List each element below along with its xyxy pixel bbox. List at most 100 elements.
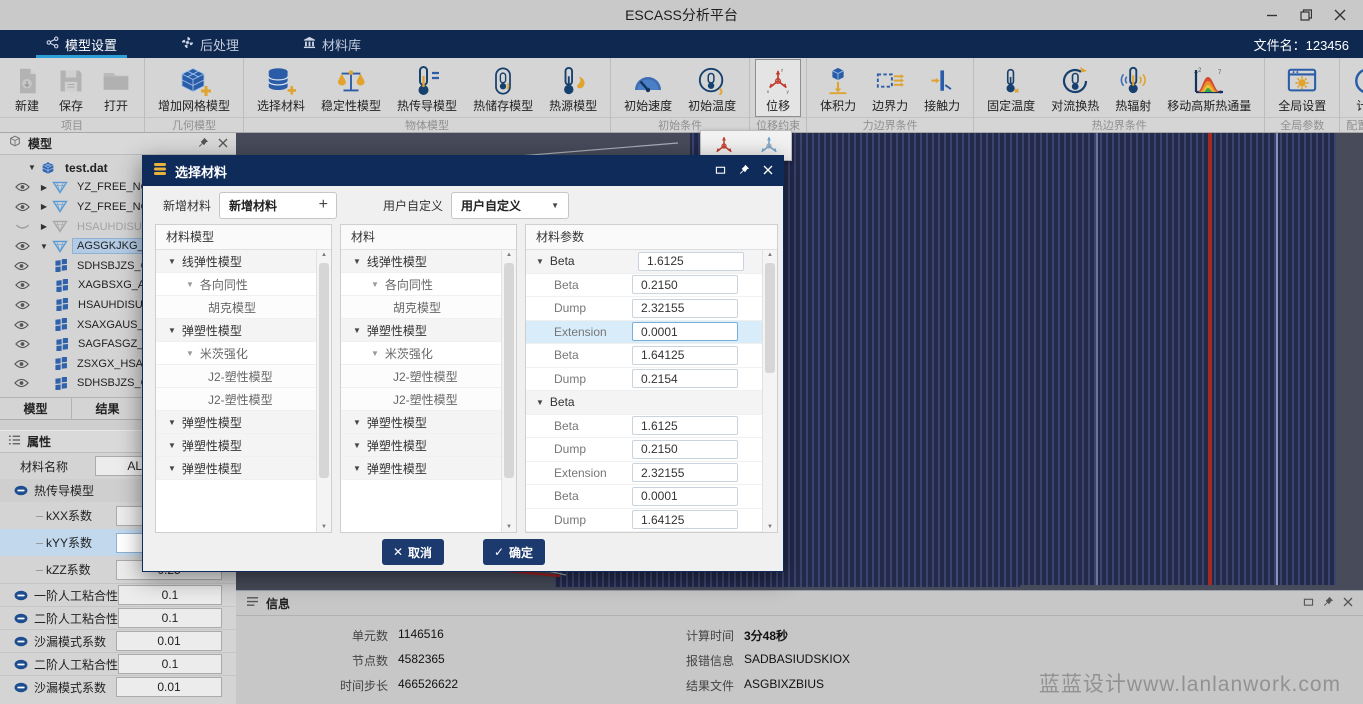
param-value-input[interactable] — [632, 346, 738, 365]
property-value[interactable]: 0.1 — [118, 654, 222, 674]
material-tree-item[interactable]: 胡克模型 — [341, 296, 501, 319]
chevron-right-icon[interactable]: ▶ — [38, 222, 50, 231]
property-value[interactable]: 0.1 — [118, 585, 222, 605]
restore-icon[interactable] — [715, 162, 726, 180]
pin-icon[interactable] — [198, 135, 209, 153]
restore-icon[interactable] — [1303, 594, 1314, 612]
param-value-input[interactable] — [632, 275, 738, 294]
material-tree-item[interactable]: J2-塑性模型 — [156, 365, 316, 388]
property-value[interactable]: 0.01 — [116, 677, 222, 697]
material-tree-item[interactable]: J2-塑性模型 — [156, 388, 316, 411]
param-value-input[interactable] — [632, 416, 738, 435]
ribbon-button-open-folder[interactable]: 打开 — [93, 59, 139, 117]
ribbon-button-init-temp[interactable]: 初始温度 — [680, 59, 744, 117]
material-tree-item[interactable]: ▼弹塑性模型 — [156, 319, 316, 342]
param-row[interactable]: Beta — [526, 274, 762, 298]
material-tree-item[interactable]: ▼弹塑性模型 — [156, 434, 316, 457]
ribbon-button-boundary-force[interactable]: 边界力 — [864, 59, 916, 117]
eye-icon[interactable] — [14, 339, 30, 349]
chevron-down-icon[interactable]: ▼ — [26, 163, 38, 172]
pin-icon[interactable] — [1323, 594, 1334, 612]
collapse-icon[interactable] — [14, 636, 28, 647]
scrollbar[interactable]: ▲▼ — [501, 250, 516, 532]
property-row[interactable]: 一阶人工粘合性0.1 — [0, 583, 236, 606]
ribbon-button-radiation[interactable]: 热辐射 — [1107, 59, 1159, 117]
chevron-down-icon[interactable]: ▼ — [38, 242, 50, 251]
property-value[interactable]: 0.1 — [118, 608, 222, 628]
tab-model[interactable]: 模型 — [0, 398, 72, 419]
restore-icon[interactable] — [1289, 0, 1323, 30]
eye-icon[interactable] — [14, 320, 29, 330]
eye-off-icon[interactable] — [14, 222, 30, 232]
eye-icon[interactable] — [14, 300, 30, 310]
param-group-header[interactable]: ▼Beta — [526, 391, 762, 415]
param-value-input[interactable] — [632, 369, 738, 388]
tab-0[interactable]: 模型设置 — [28, 30, 135, 58]
ribbon-button-new-file[interactable]: 新建 — [5, 59, 49, 117]
ribbon-button-body-force[interactable]: 体积力 — [812, 59, 864, 117]
eye-icon[interactable] — [14, 261, 29, 271]
param-value-input[interactable] — [632, 322, 738, 341]
cancel-button[interactable]: ✕取消 — [382, 539, 444, 565]
ribbon-button-convection[interactable]: 对流换热 — [1043, 59, 1107, 117]
material-tree-item[interactable]: ▼弹塑性模型 — [341, 411, 501, 434]
material-tree-item[interactable]: J2-塑性模型 — [341, 365, 501, 388]
chevron-right-icon[interactable]: ▶ — [38, 183, 50, 192]
property-row[interactable]: 二阶人工粘合性0.1 — [0, 606, 236, 629]
scrollbar[interactable]: ▲▼ — [316, 250, 331, 532]
eye-icon[interactable] — [14, 280, 30, 290]
ribbon-button-fixed-temp[interactable]: 固定温度 — [979, 59, 1043, 117]
material-tree-item[interactable]: ▼米茨强化 — [341, 342, 501, 365]
material-tree-item[interactable]: ▼各向同性 — [341, 273, 501, 296]
ribbon-button-material-db[interactable]: 选择材料 — [249, 59, 313, 117]
close-icon[interactable] — [1323, 0, 1357, 30]
param-value-input[interactable] — [632, 510, 738, 529]
material-tree-item[interactable]: ▼弹塑性模型 — [156, 411, 316, 434]
param-row[interactable]: Dump — [526, 509, 762, 533]
ribbon-button-heat-store[interactable]: 热储存模型 — [465, 59, 541, 117]
param-row[interactable]: Dump — [526, 438, 762, 462]
material-tree-item[interactable]: ▼弹塑性模型 — [341, 434, 501, 457]
material-tree-item[interactable]: J2-塑性模型 — [341, 388, 501, 411]
param-row[interactable]: Dump — [526, 297, 762, 321]
minimize-icon[interactable] — [1255, 0, 1289, 30]
param-group-header[interactable]: ▼Beta — [526, 250, 762, 274]
property-row[interactable]: 沙漏模式系数0.01 — [0, 629, 236, 652]
ribbon-button-contact-force[interactable]: 接触力 — [916, 59, 968, 117]
dialog-header[interactable]: 选择材料 — [143, 156, 783, 186]
param-row[interactable]: Dump — [526, 368, 762, 392]
property-value[interactable]: 0.01 — [116, 631, 222, 651]
ribbon-button-axis-triad[interactable]: zxy位移 — [755, 59, 801, 117]
tab-1[interactable]: 后处理 — [163, 30, 257, 58]
eye-icon[interactable] — [14, 182, 30, 192]
param-value-input[interactable] — [632, 299, 738, 318]
material-tree-item[interactable]: ▼米茨强化 — [156, 342, 316, 365]
ribbon-button-save[interactable]: 保存 — [49, 59, 93, 117]
ok-button[interactable]: ✓确定 — [483, 539, 545, 565]
material-tree-item[interactable]: ▼弹塑性模型 — [341, 319, 501, 342]
param-value-input[interactable] — [632, 487, 738, 506]
param-row[interactable]: Beta — [526, 415, 762, 439]
close-icon[interactable] — [763, 162, 773, 180]
param-row[interactable]: Beta — [526, 344, 762, 368]
ribbon-button-gauge[interactable]: 初始速度 — [616, 59, 680, 117]
add-material-icon[interactable]: + — [319, 196, 328, 214]
param-row[interactable]: Extension — [526, 321, 762, 345]
eye-icon[interactable] — [14, 378, 29, 388]
collapse-icon[interactable] — [14, 659, 28, 670]
new-material-input[interactable] — [220, 198, 310, 212]
collapse-icon[interactable] — [14, 485, 28, 496]
param-value-input[interactable] — [632, 463, 738, 482]
ribbon-button-global-settings[interactable]: 全局设置 — [1270, 59, 1334, 117]
scrollbar[interactable]: ▲▼ — [762, 250, 777, 532]
collapse-icon[interactable] — [14, 590, 28, 601]
param-row[interactable]: Beta — [526, 485, 762, 509]
material-tree-item[interactable]: ▼线弹性模型 — [341, 250, 501, 273]
ribbon-button-compute[interactable]: 计算 — [1345, 59, 1363, 117]
ribbon-button-heat-source[interactable]: 热源模型 — [541, 59, 605, 117]
param-value-input[interactable] — [632, 440, 738, 459]
close-icon[interactable] — [1343, 594, 1353, 612]
tab-2[interactable]: 材料库 — [285, 30, 379, 58]
collapse-icon[interactable] — [14, 613, 28, 624]
param-row[interactable]: Extension — [526, 462, 762, 486]
